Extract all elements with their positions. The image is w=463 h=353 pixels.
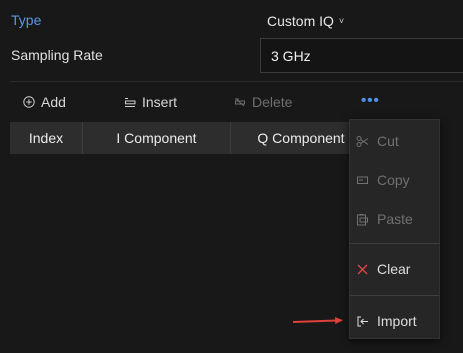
insert-row-icon (125, 97, 136, 107)
type-label: Type (11, 12, 42, 28)
add-label: Add (41, 94, 66, 110)
delete-button[interactable]: Delete (234, 94, 292, 110)
menu-item-label: Paste (377, 211, 413, 227)
import-icon (357, 316, 368, 326)
column-i-component[interactable]: I Component (83, 122, 231, 154)
chevron-down-icon: ˅ (338, 16, 345, 26)
menu-item-clear[interactable]: Clear (356, 258, 410, 280)
menu-item-copy[interactable]: Copy (356, 169, 410, 191)
menu-item-label: Copy (377, 172, 410, 188)
menu-item-cut[interactable]: Cut (356, 130, 399, 152)
copy-icon (357, 176, 368, 184)
plus-circle-icon (23, 96, 35, 108)
sampling-rate-value: 3 GHz (271, 48, 311, 64)
delete-row-icon (235, 98, 245, 107)
type-dropdown[interactable]: Custom IQ ˅ (267, 13, 344, 29)
menu-divider (350, 243, 439, 244)
menu-item-label: Import (377, 313, 417, 329)
more-options-button[interactable]: ••• (361, 92, 380, 109)
type-value: Custom IQ (267, 13, 334, 29)
column-index[interactable]: Index (10, 122, 83, 154)
menu-item-import[interactable]: Import (356, 310, 417, 332)
table-header: Index I Component Q Component (10, 122, 360, 154)
sampling-rate-field[interactable]: 3 GHz (260, 38, 463, 73)
annotation-arrow-icon (293, 317, 343, 324)
header-divider (10, 81, 463, 82)
sampling-rate-label: Sampling Rate (11, 47, 103, 63)
menu-item-label: Clear (377, 261, 411, 277)
scissors-icon (356, 135, 369, 147)
context-menu: Cut Copy Paste Clear Import (349, 119, 440, 339)
menu-item-label: Cut (377, 133, 399, 149)
menu-item-paste[interactable]: Paste (356, 208, 413, 230)
close-icon (357, 264, 368, 274)
paste-icon (357, 213, 368, 225)
add-button[interactable]: Add (23, 94, 66, 110)
delete-label: Delete (252, 94, 293, 110)
insert-button[interactable]: Insert (124, 94, 177, 110)
menu-divider (350, 295, 439, 296)
insert-label: Insert (142, 94, 178, 110)
